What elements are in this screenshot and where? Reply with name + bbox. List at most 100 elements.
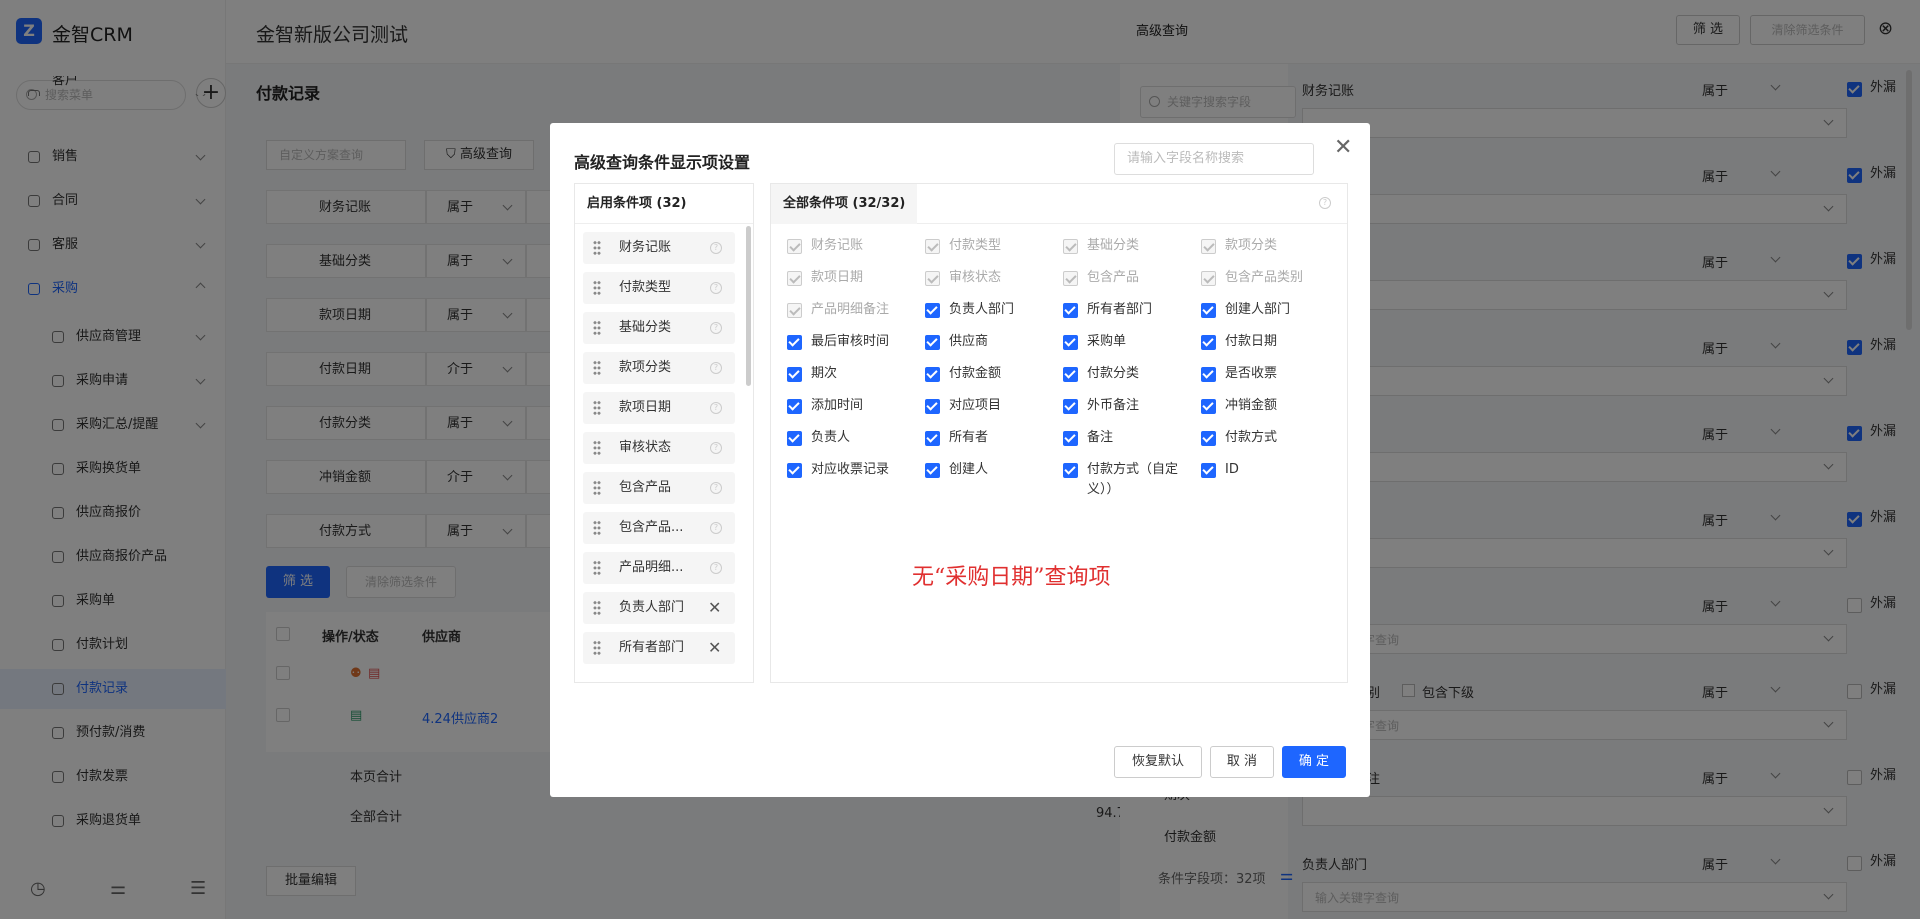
help-icon: ? <box>710 442 722 454</box>
enabled-item[interactable]: 负责人部门 ✕ <box>583 592 735 624</box>
option-checkbox <box>787 271 802 286</box>
option-checkbox[interactable] <box>1063 367 1078 382</box>
option-label: 负责人部门 <box>949 302 1015 317</box>
enabled-item[interactable]: 审核状态? <box>583 432 735 464</box>
option-checkbox[interactable] <box>1201 399 1216 414</box>
option-checkbox <box>925 239 940 254</box>
field-name-search-input[interactable]: 请输入字段名称搜索 <box>1114 143 1314 175</box>
option-checkbox <box>1201 239 1216 254</box>
help-icon: ? <box>710 322 722 334</box>
option-checkbox[interactable] <box>1201 463 1216 478</box>
option-checkbox[interactable] <box>1063 303 1078 318</box>
remove-icon[interactable]: ✕ <box>708 592 721 624</box>
option-checkbox[interactable] <box>787 399 802 414</box>
condition-settings-modal: 高级查询条件显示项设置 请输入字段名称搜索 ✕ 启用条件项 (32) 财务记账?… <box>550 123 1370 797</box>
drag-handle-icon[interactable] <box>593 400 601 416</box>
help-icon[interactable]: ? <box>1319 197 1331 209</box>
option-label: 款项日期 <box>811 270 864 285</box>
option-label: ID <box>1225 462 1239 477</box>
option-label: 创建人部门 <box>1225 302 1291 317</box>
option-checkbox <box>1063 271 1078 286</box>
option-label: 期次 <box>811 366 838 381</box>
enabled-item[interactable]: 款项日期? <box>583 392 735 424</box>
option-label: 对应收票记录 <box>811 462 890 477</box>
enabled-item[interactable]: 产品明细...? <box>583 552 735 584</box>
help-icon: ? <box>710 242 722 254</box>
option-checkbox[interactable] <box>787 335 802 350</box>
enabled-item-label: 款项分类 <box>619 360 672 375</box>
option-label: 最后审核时间 <box>811 334 890 349</box>
modal-title: 高级查询条件显示项设置 <box>574 153 751 172</box>
option-checkbox <box>1063 239 1078 254</box>
option-checkbox[interactable] <box>925 431 940 446</box>
drag-handle-icon[interactable] <box>593 280 601 296</box>
enabled-item[interactable]: 付款类型? <box>583 272 735 304</box>
drag-handle-icon[interactable] <box>593 440 601 456</box>
option-checkbox[interactable] <box>787 463 802 478</box>
annotation-note: 无“采购日期”查询项 <box>912 565 1111 590</box>
enabled-item-label: 产品明细... <box>619 560 684 575</box>
help-icon: ? <box>710 362 722 374</box>
enabled-list-scrollbar[interactable] <box>746 226 751 386</box>
remove-icon[interactable]: ✕ <box>708 632 721 664</box>
enabled-items-header: 启用条件项 (32) <box>575 184 753 224</box>
option-checkbox[interactable] <box>1201 335 1216 350</box>
enabled-item[interactable]: 基础分类? <box>583 312 735 344</box>
drag-handle-icon[interactable] <box>593 600 601 616</box>
option-checkbox <box>787 303 802 318</box>
option-checkbox[interactable] <box>925 399 940 414</box>
option-checkbox[interactable] <box>925 335 940 350</box>
option-checkbox[interactable] <box>1063 463 1078 478</box>
option-checkbox[interactable] <box>1201 303 1216 318</box>
option-label: 负责人 <box>811 430 851 445</box>
drag-handle-icon[interactable] <box>593 240 601 256</box>
option-checkbox <box>1201 271 1216 286</box>
reset-default-button[interactable]: 恢复默认 <box>1114 746 1202 778</box>
option-checkbox[interactable] <box>1063 399 1078 414</box>
enabled-item-label: 基础分类 <box>619 320 672 335</box>
option-checkbox[interactable] <box>1063 431 1078 446</box>
drag-handle-icon[interactable] <box>593 640 601 656</box>
help-icon: ? <box>710 482 722 494</box>
all-items-header: 全部条件项 (32/32) <box>783 196 906 211</box>
option-checkbox[interactable] <box>925 367 940 382</box>
enabled-item-label: 审核状态 <box>619 440 672 455</box>
cancel-button[interactable]: 取 消 <box>1210 746 1274 778</box>
drag-handle-icon[interactable] <box>593 360 601 376</box>
option-label: 冲销金额 <box>1225 398 1278 413</box>
enabled-item[interactable]: 款项分类? <box>583 352 735 384</box>
drag-handle-icon[interactable] <box>593 520 601 536</box>
drag-handle-icon[interactable] <box>593 480 601 496</box>
option-checkbox[interactable] <box>787 367 802 382</box>
confirm-button[interactable]: 确 定 <box>1282 746 1346 778</box>
enabled-item[interactable]: 包含产品? <box>583 472 735 504</box>
option-checkbox[interactable] <box>925 463 940 478</box>
option-checkbox[interactable] <box>1063 335 1078 350</box>
option-label: 是否收票 <box>1225 366 1278 381</box>
option-label: 所有者 <box>949 430 989 445</box>
option-checkbox <box>787 239 802 254</box>
option-checkbox[interactable] <box>1201 367 1216 382</box>
enabled-item[interactable]: 财务记账? <box>583 232 735 264</box>
enabled-item[interactable]: 所有者部门 ✕ <box>583 632 735 664</box>
option-label: 款项分类 <box>1225 238 1278 253</box>
help-icon: ? <box>710 522 722 534</box>
drag-handle-icon[interactable] <box>593 560 601 576</box>
option-checkbox[interactable] <box>1201 431 1216 446</box>
enabled-item[interactable]: 包含产品...? <box>583 512 735 544</box>
close-icon[interactable]: ✕ <box>1334 135 1352 160</box>
enabled-item-label: 财务记账 <box>619 240 672 255</box>
option-label: 产品明细备注 <box>811 302 890 317</box>
option-label: 包含产品类别 <box>1225 270 1304 285</box>
enabled-item-label: 包含产品... <box>619 520 684 535</box>
option-label: 包含产品 <box>1087 270 1140 285</box>
option-checkbox <box>925 271 940 286</box>
option-label: 付款金额 <box>949 366 1002 381</box>
drag-handle-icon[interactable] <box>593 320 601 336</box>
option-label: 所有者部门 <box>1087 302 1153 317</box>
option-label: 添加时间 <box>811 398 864 413</box>
option-checkbox[interactable] <box>787 431 802 446</box>
all-items-panel: 全部条件项 (32/32) ? 财务记账 付款类型 基础分类 款项分类 款项日期 审核状态… <box>770 183 1348 683</box>
option-checkbox[interactable] <box>925 303 940 318</box>
enabled-item-label: 所有者部门 <box>619 640 685 655</box>
